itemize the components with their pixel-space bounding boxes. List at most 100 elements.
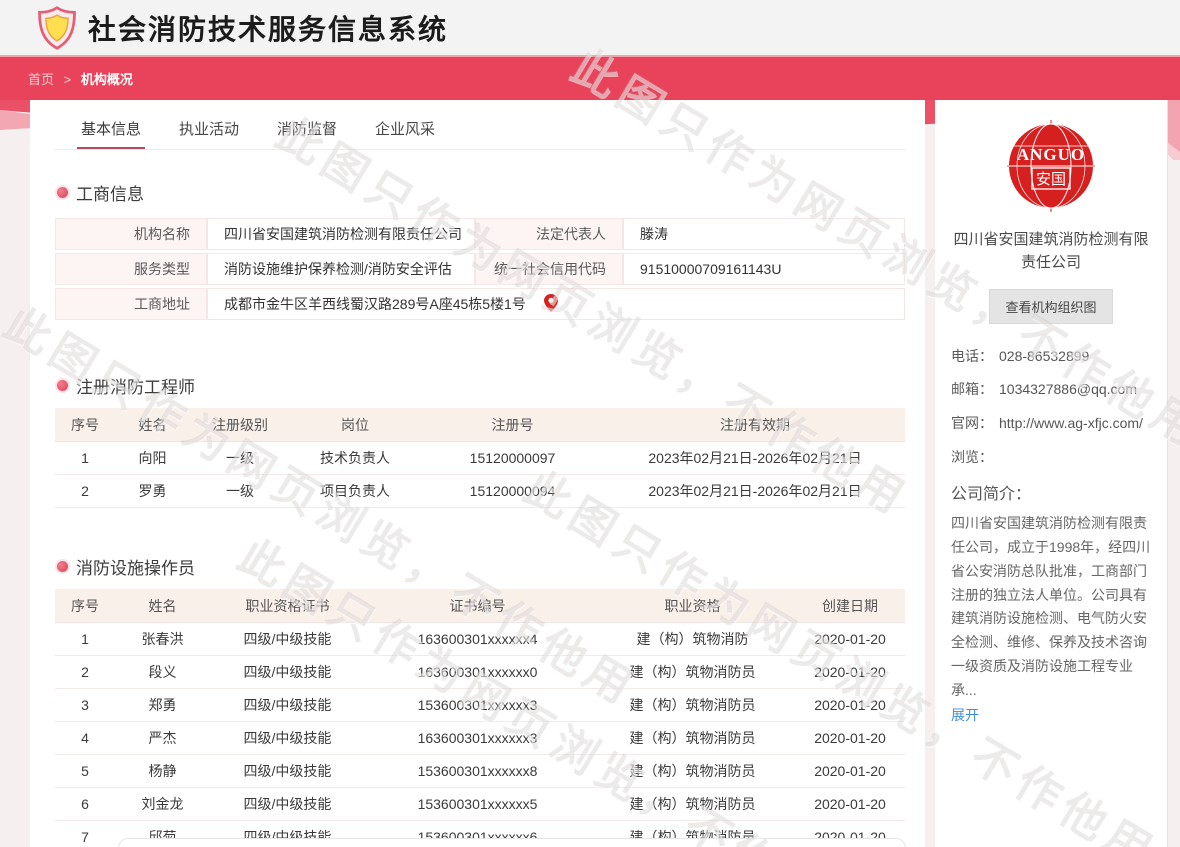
cell: 2020-01-20 — [795, 755, 905, 788]
phone-line: 电话： 028-86532899 — [951, 346, 1151, 368]
table-header-row: 序号 姓名 职业资格证书 证书编号 职业资格 创建日期 — [55, 589, 905, 623]
cell: 2 — [55, 475, 115, 508]
email-value: 1034327886@qq.com — [999, 379, 1151, 401]
tab-bar: 基本信息 执业活动 消防监督 企业风采 — [55, 114, 905, 150]
engineers-table: 序号 姓名 注册级别 岗位 注册号 注册有效期 1 向阳 一级 技术负责人 15… — [55, 408, 905, 508]
website-label: 官网： — [951, 413, 999, 435]
col-header: 注册级别 — [190, 408, 290, 442]
phone-label: 电话： — [951, 346, 999, 368]
tab-company-showcase[interactable]: 企业风采 — [371, 114, 439, 149]
cell: 1 — [55, 623, 115, 656]
credit-code-value: 91510000709161143U — [623, 253, 905, 285]
logo-text-cn: 安国 — [1036, 171, 1066, 188]
credit-code-label: 统一社会信用代码 — [475, 253, 623, 285]
cell: 5 — [55, 755, 115, 788]
cell: 项目负责人 — [290, 475, 420, 508]
service-type-label: 服务类型 — [55, 253, 207, 285]
expand-link[interactable]: 展开 — [951, 705, 979, 725]
cell: 1 — [55, 442, 115, 475]
cell: 建（构）筑物消防员 — [590, 689, 795, 722]
col-header: 职业资格证书 — [210, 589, 365, 623]
website-line: 官网： http://www.ag-xfjc.com/ — [951, 413, 1151, 435]
address-value: 成都市金牛区羊西线蜀汉路289号A座45栋5楼1号 — [207, 288, 905, 320]
cell: 2020-01-20 — [795, 689, 905, 722]
cell: 2023年02月21日-2026年02月21日 — [605, 442, 905, 475]
cell: 严杰 — [115, 722, 210, 755]
cell: 技术负责人 — [290, 442, 420, 475]
shield-logo-icon — [34, 5, 80, 51]
section-bullet-icon — [57, 380, 68, 391]
section-title-text: 消防设施操作员 — [76, 554, 195, 579]
cell: 2020-01-20 — [795, 656, 905, 689]
cell: 2020-01-20 — [795, 788, 905, 821]
cell: 刘金龙 — [115, 788, 210, 821]
cell: 163600301xxxxxx3 — [365, 722, 590, 755]
cell: 一级 — [190, 475, 290, 508]
section-facility-operators: 消防设施操作员 — [57, 554, 905, 579]
cell: 四级/中级技能 — [210, 689, 365, 722]
logo-text-en: ANGUO — [1017, 145, 1085, 164]
legal-rep-value: 滕涛 — [623, 218, 905, 250]
table-row: 4 严杰 四级/中级技能 163600301xxxxxx3 建（构）筑物消防员 … — [55, 722, 905, 755]
app-header: 社会消防技术服务信息系统 — [0, 0, 1180, 55]
section-title-text: 工商信息 — [76, 180, 144, 205]
cell: 2020-01-20 — [795, 623, 905, 656]
cell: 杨静 — [115, 755, 210, 788]
phone-value: 028-86532899 — [999, 346, 1151, 368]
tab-basic-info[interactable]: 基本信息 — [77, 114, 145, 149]
business-info-table: 机构名称 四川省安国建筑消防检测有限责任公司 法定代表人 滕涛 服务类型 消防设… — [55, 215, 905, 323]
view-org-chart-button[interactable]: 查看机构组织图 — [989, 289, 1112, 324]
website-value[interactable]: http://www.ag-xfjc.com/ — [999, 413, 1151, 435]
table-row: 2 段义 四级/中级技能 163600301xxxxxx0 建（构）筑物消防员 … — [55, 656, 905, 689]
cell: 15120000097 — [420, 442, 605, 475]
table-row: 服务类型 消防设施维护保养检测/消防安全评估 统一社会信用代码 91510000… — [55, 253, 905, 285]
table-row: 机构名称 四川省安国建筑消防检测有限责任公司 法定代表人 滕涛 — [55, 218, 905, 250]
table-row: 6 刘金龙 四级/中级技能 153600301xxxxxx5 建（构）筑物消防员… — [55, 788, 905, 821]
cell: 4 — [55, 722, 115, 755]
map-pin-icon[interactable] — [544, 294, 558, 315]
breadcrumb: 首页 > 机构概况 — [28, 69, 133, 88]
cell: 153600301xxxxxx5 — [365, 788, 590, 821]
col-header: 姓名 — [115, 589, 210, 623]
section-registered-engineers: 注册消防工程师 — [57, 373, 905, 398]
col-header: 注册号 — [420, 408, 605, 442]
col-header: 注册有效期 — [605, 408, 905, 442]
views-label: 浏览： — [951, 447, 999, 469]
contact-info: 电话： 028-86532899 邮箱： 1034327886@qq.com 官… — [951, 346, 1151, 469]
address-text: 成都市金牛区羊西线蜀汉路289号A座45栋5楼1号 — [224, 296, 526, 312]
address-label: 工商地址 — [55, 288, 207, 320]
app-title: 社会消防技术服务信息系统 — [88, 8, 448, 48]
service-type-value: 消防设施维护保养检测/消防安全评估 — [207, 253, 475, 285]
cell: 15120000094 — [420, 475, 605, 508]
section-bullet-icon — [57, 561, 68, 572]
email-label: 邮箱： — [951, 379, 999, 401]
main-content-card: 基本信息 执业活动 消防监督 企业风采 工商信息 机构名称 四川省安国建筑消防检… — [30, 100, 925, 847]
cell: 建（构）筑物消防员 — [590, 788, 795, 821]
tab-fire-supervision[interactable]: 消防监督 — [273, 114, 341, 149]
section-bullet-icon — [57, 187, 68, 198]
cell: 2020-01-20 — [795, 722, 905, 755]
table-row: 工商地址 成都市金牛区羊西线蜀汉路289号A座45栋5楼1号 — [55, 288, 905, 320]
section-title-text: 注册消防工程师 — [76, 373, 195, 398]
cell: 153600301xxxxxx3 — [365, 689, 590, 722]
cell: 2 — [55, 656, 115, 689]
pagination-box-cutoff — [118, 838, 906, 847]
cell: 153600301xxxxxx8 — [365, 755, 590, 788]
anguo-logo: ANGUO 安国 — [1007, 120, 1095, 212]
col-header: 姓名 — [115, 408, 190, 442]
cell: 6 — [55, 788, 115, 821]
cell: 7 — [55, 821, 115, 847]
breadcrumb-home-link[interactable]: 首页 — [28, 72, 54, 87]
org-name-value: 四川省安国建筑消防检测有限责任公司 — [207, 218, 475, 250]
table-header-row: 序号 姓名 注册级别 岗位 注册号 注册有效期 — [55, 408, 905, 442]
org-name-label: 机构名称 — [55, 218, 207, 250]
col-header: 序号 — [55, 408, 115, 442]
views-value — [999, 447, 1151, 469]
breadcrumb-separator: > — [64, 72, 72, 87]
col-header: 创建日期 — [795, 589, 905, 623]
table-row: 5 杨静 四级/中级技能 153600301xxxxxx8 建（构）筑物消防员 … — [55, 755, 905, 788]
cell: 张春洪 — [115, 623, 210, 656]
cell: 建（构）筑物消防员 — [590, 656, 795, 689]
tab-practice-activity[interactable]: 执业活动 — [175, 114, 243, 149]
cell: 四级/中级技能 — [210, 788, 365, 821]
